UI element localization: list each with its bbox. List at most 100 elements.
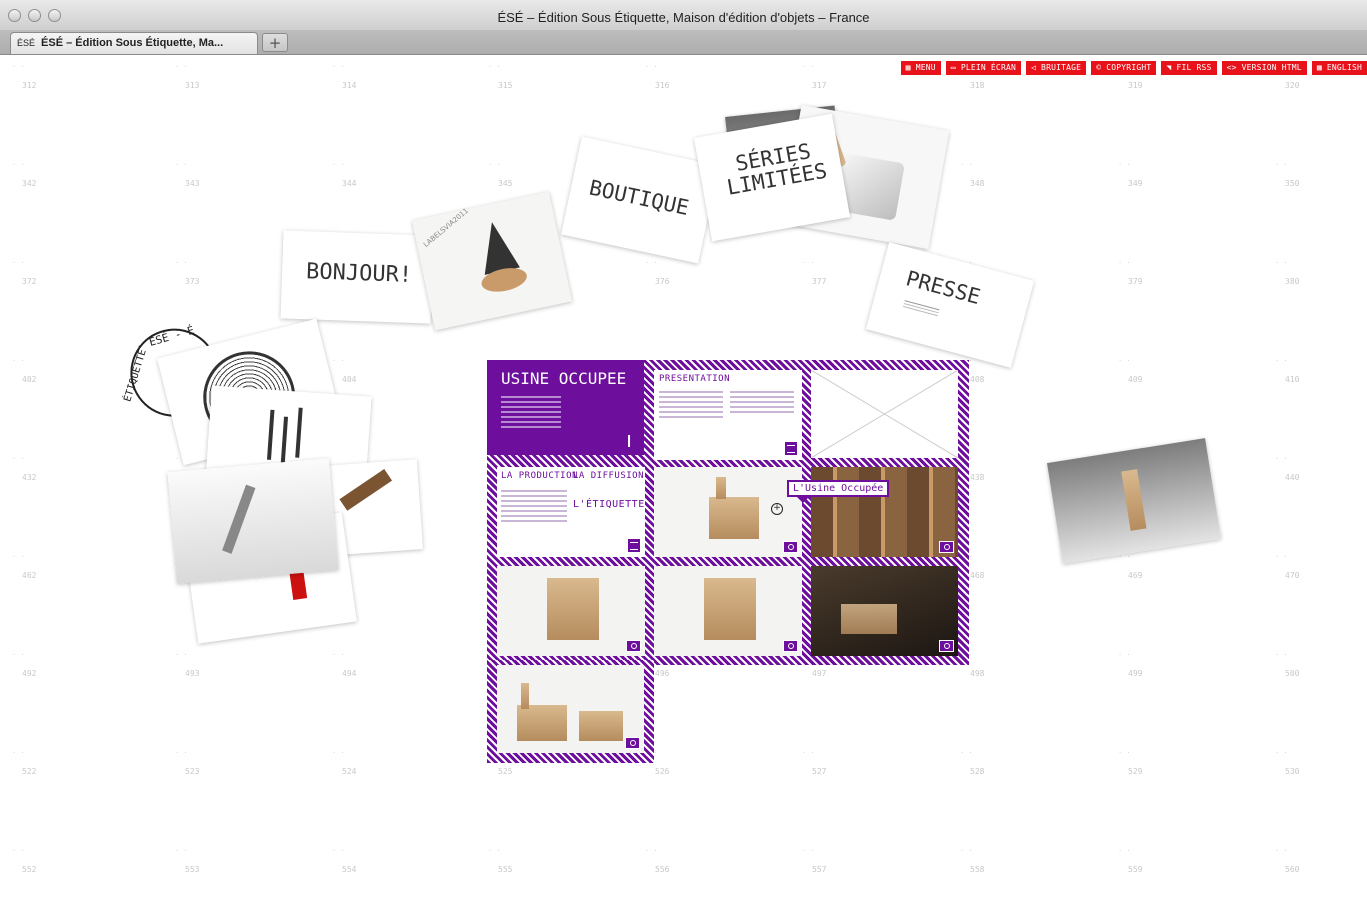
favicon: ÉSÉ bbox=[17, 38, 36, 48]
grid-tick: · · bbox=[332, 63, 345, 71]
grid-number: 498 bbox=[970, 669, 985, 678]
title-tile[interactable]: USINE OCCUPEE ❙ bbox=[487, 360, 644, 455]
grid-tick: · · bbox=[960, 161, 973, 169]
grid-number: 470 bbox=[1285, 571, 1300, 580]
grid-number: 522 bbox=[22, 767, 37, 776]
workshop-object bbox=[841, 604, 897, 634]
grid-tick: · · bbox=[175, 847, 188, 855]
grid-tick: · · bbox=[175, 63, 188, 71]
grid-number: 555 bbox=[498, 865, 513, 874]
factory-pair-right bbox=[579, 711, 623, 741]
grid-number: 409 bbox=[1128, 375, 1143, 384]
camera-icon[interactable] bbox=[783, 640, 798, 652]
document-icon[interactable] bbox=[784, 441, 798, 456]
grid-number: 343 bbox=[185, 179, 200, 188]
grid-tick: · · bbox=[802, 259, 815, 267]
fullscreen-icon: ▭ bbox=[950, 63, 961, 72]
presse-card[interactable]: PRESSE bbox=[865, 242, 1035, 368]
page-canvas[interactable]: · · 312 · · 313 · · 314 · · 315 · · 316 · · 317 · · 3… bbox=[10, 55, 1367, 910]
sound-icon: ◁ bbox=[1031, 63, 1042, 72]
window-titlebar: ÉSÉ – Édition Sous Étiquette, Maison d'é… bbox=[0, 0, 1367, 31]
grid-tick: · · bbox=[645, 259, 658, 267]
camera-icon[interactable] bbox=[625, 737, 640, 749]
grid-tick: · · bbox=[12, 455, 25, 463]
english-button[interactable]: ▩ ENGLISH bbox=[1311, 61, 1367, 75]
factory-pair-chimney bbox=[521, 683, 529, 709]
grid-tick: · · bbox=[332, 357, 345, 365]
document-icon[interactable] bbox=[627, 538, 641, 553]
grid-number: 493 bbox=[185, 669, 200, 678]
grid-number: 408 bbox=[970, 375, 985, 384]
sound-button[interactable]: ◁ BRUITAGE bbox=[1026, 61, 1087, 75]
grid-number: 558 bbox=[970, 865, 985, 874]
camera-icon[interactable] bbox=[939, 640, 954, 652]
factory-pair-left bbox=[517, 705, 567, 741]
grid-number: 376 bbox=[655, 277, 670, 286]
factory-stand-tile-1[interactable] bbox=[497, 566, 645, 656]
grid-number: 530 bbox=[1285, 767, 1300, 776]
corkscrew-card[interactable] bbox=[167, 458, 339, 584]
grid-number: 372 bbox=[22, 277, 37, 286]
new-tab-button[interactable]: + bbox=[262, 33, 288, 52]
grid-tick: · · bbox=[175, 651, 188, 659]
camera-icon[interactable] bbox=[939, 541, 954, 553]
boutique-card[interactable]: BOUTIQUE bbox=[561, 136, 719, 264]
grid-number: 499 bbox=[1128, 669, 1143, 678]
flag-icon: ▩ bbox=[1316, 63, 1327, 72]
grid-tick: · · bbox=[1275, 357, 1288, 365]
grid-number: 315 bbox=[498, 81, 513, 90]
empty-image-placeholder bbox=[811, 370, 958, 458]
lamp-card[interactable]: LABELSVIA2011 bbox=[411, 191, 573, 331]
grid-number: 553 bbox=[185, 865, 200, 874]
factory-stand-tile-2[interactable] bbox=[654, 566, 802, 656]
grid-number: 469 bbox=[1128, 571, 1143, 580]
bonjour-card[interactable]: BONJOUR! bbox=[280, 230, 434, 324]
grid-number: 554 bbox=[342, 865, 357, 874]
grid-number: 314 bbox=[342, 81, 357, 90]
grid-tick: · · bbox=[175, 749, 188, 757]
tools-image bbox=[267, 409, 275, 460]
grid-tick: · · bbox=[802, 63, 815, 71]
grid-tick: · · bbox=[1275, 749, 1288, 757]
grid-tick: · · bbox=[12, 553, 25, 561]
grid-number: 492 bbox=[22, 669, 37, 678]
grid-tick: · · bbox=[12, 161, 25, 169]
tab-label: ÉSÉ – Édition Sous Étiquette, Ma... bbox=[41, 37, 224, 49]
camera-icon[interactable] bbox=[783, 541, 798, 553]
html-version-button[interactable]: <> VERSION HTML bbox=[1221, 61, 1307, 75]
rss-button[interactable]: ◥ FIL RSS bbox=[1161, 61, 1217, 75]
factory-pair-tile[interactable] bbox=[497, 665, 644, 753]
grid-tick: · · bbox=[12, 357, 25, 365]
production-tile[interactable]: LA PRODUCTION LA DIFFUSION L'ÉTIQUETTE bbox=[497, 467, 645, 557]
presentation-tile[interactable]: PRESENTATION bbox=[654, 370, 802, 460]
placeholder-tile[interactable] bbox=[811, 370, 958, 458]
tab-bar: ÉSÉ ÉSÉ – Édition Sous Étiquette, Ma... + bbox=[0, 30, 1367, 55]
grid-tick: · · bbox=[1118, 259, 1131, 267]
tooltip: L'Usine Occupée bbox=[787, 480, 890, 503]
copyright-icon: © bbox=[1096, 63, 1107, 72]
corkscrew-image bbox=[222, 484, 256, 554]
copyright-button[interactable]: © COPYRIGHT bbox=[1091, 61, 1157, 75]
menu-button[interactable]: ▦ MENU bbox=[900, 61, 941, 75]
presse-address-lines bbox=[904, 300, 940, 311]
camera-icon[interactable] bbox=[626, 640, 641, 652]
tab-ese[interactable]: ÉSÉ ÉSÉ – Édition Sous Étiquette, Ma... bbox=[10, 32, 258, 54]
grid-tick: · · bbox=[332, 161, 345, 169]
grid-number: 404 bbox=[342, 375, 357, 384]
grid-number: 497 bbox=[812, 669, 827, 678]
grid-tick: · · bbox=[175, 259, 188, 267]
grid-number: 462 bbox=[22, 571, 37, 580]
dark-workshop-tile[interactable] bbox=[811, 566, 958, 656]
factory-photo-card[interactable] bbox=[1047, 438, 1221, 564]
grid-tick: · · bbox=[1118, 161, 1131, 169]
grid-number: 529 bbox=[1128, 767, 1143, 776]
grid-number: 316 bbox=[655, 81, 670, 90]
grid-number: 402 bbox=[22, 375, 37, 384]
zoom-in-icon[interactable]: + bbox=[771, 503, 783, 515]
grid-tick: · · bbox=[802, 749, 815, 757]
grid-number: 344 bbox=[342, 179, 357, 188]
fullscreen-button[interactable]: ▭ PLEIN ÉCRAN bbox=[945, 61, 1021, 75]
grid-number: 312 bbox=[22, 81, 37, 90]
grid-number: 528 bbox=[970, 767, 985, 776]
grid-tick: · · bbox=[1275, 553, 1288, 561]
